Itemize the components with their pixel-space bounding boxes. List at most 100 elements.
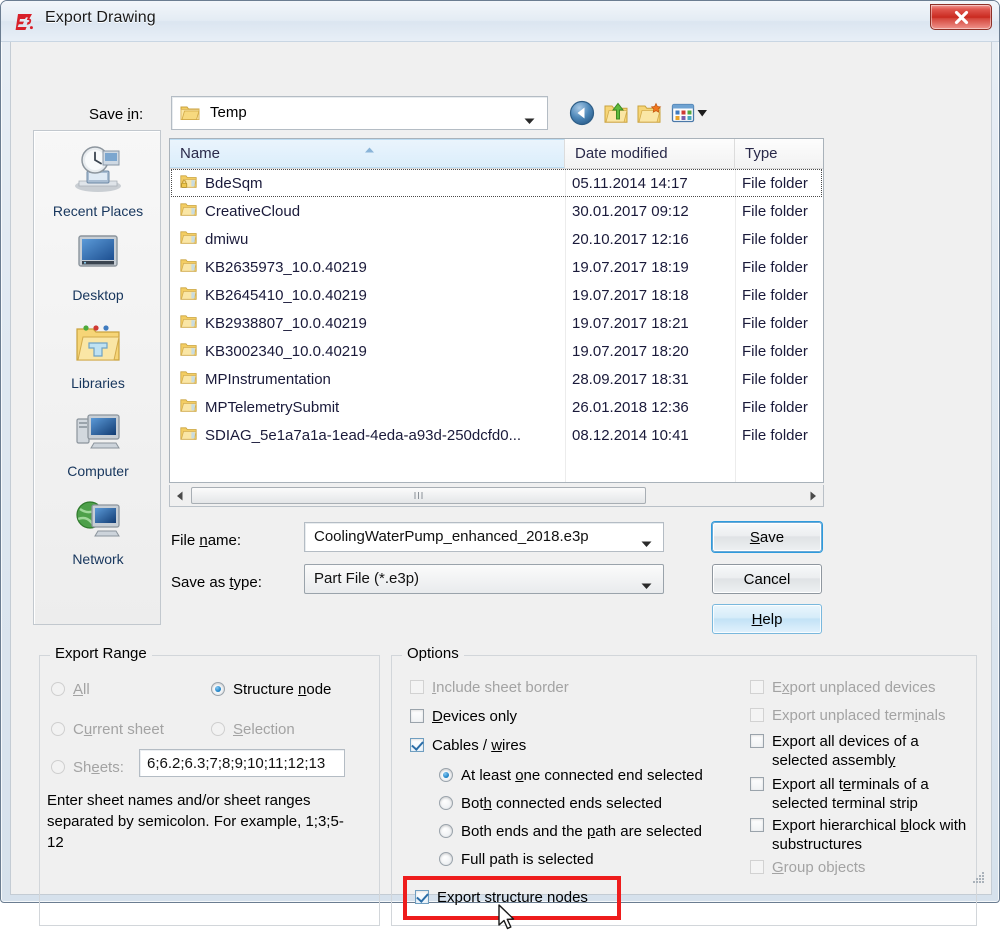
help-button[interactable]: Help	[712, 604, 822, 634]
folder-icon	[180, 202, 205, 221]
checkbox-indicator	[750, 734, 764, 748]
table-row[interactable]: MPTelemetrySubmit 26.01.2018 12:36 File …	[170, 393, 823, 421]
table-row[interactable]: BdeSqm 05.11.2014 14:17 File folder	[170, 169, 823, 197]
scroll-left-arrow-icon[interactable]	[170, 486, 190, 506]
close-button[interactable]	[930, 4, 992, 30]
resize-grip[interactable]	[971, 870, 985, 889]
back-button[interactable]	[567, 98, 597, 128]
radio-structure-node[interactable]: Structure node	[211, 680, 331, 699]
radio-indicator	[51, 760, 65, 774]
table-row[interactable]: KB2645410_10.0.40219 19.07.2017 18:18 Fi…	[170, 281, 823, 309]
views-button[interactable]	[669, 98, 711, 128]
radio-indicator	[51, 682, 65, 696]
file-name-text: dmiwu	[205, 231, 248, 248]
file-list[interactable]: Name Date modified Type	[169, 138, 824, 483]
chevron-down-icon[interactable]	[641, 577, 652, 595]
folder-icon	[180, 370, 205, 389]
checkbox-export-unplaced-terminals: Export unplaced terminals	[750, 706, 945, 725]
new-folder-button[interactable]	[635, 98, 665, 128]
place-computer[interactable]: Computer	[34, 407, 162, 479]
cell-date-modified: 26.01.2018 12:36	[572, 393, 737, 421]
radio-label: At least one connected end selected	[461, 766, 703, 785]
save-as-type-combobox[interactable]: Part File (*.e3p)	[304, 564, 664, 594]
place-libraries[interactable]: Libraries	[34, 319, 162, 391]
scrollbar-thumb[interactable]	[191, 487, 646, 504]
cell-date-modified: 05.11.2014 14:17	[572, 169, 737, 197]
file-name-text: MPInstrumentation	[205, 371, 331, 388]
checkbox-label: Group objects	[772, 858, 865, 877]
options-title: Options	[402, 645, 464, 662]
cell-name: SDIAG_5e1a7a1a-1ead-4eda-a93d-250dcfd0..…	[170, 421, 565, 449]
radio-current-sheet: Current sheet	[51, 720, 164, 739]
cell-date-modified: 19.07.2017 18:19	[572, 253, 737, 281]
radio-label: All	[73, 680, 90, 699]
folder-icon	[180, 104, 200, 126]
cell-name: MPTelemetrySubmit	[170, 393, 565, 421]
radio-indicator	[211, 682, 225, 696]
checkbox-export-all-devices-of-assembly[interactable]: Export all devices of a selected assembl…	[750, 732, 975, 770]
e3-logo-icon	[13, 10, 37, 34]
checkbox-label: Export all devices of a selected assembl…	[772, 732, 975, 770]
radio-label: Both connected ends selected	[461, 794, 662, 813]
cell-name: MPInstrumentation	[170, 365, 565, 393]
folder-icon	[180, 258, 205, 277]
radio-indicator	[439, 796, 453, 810]
checkbox-devices-only[interactable]: Devices only	[410, 707, 517, 726]
radio-label: Sheets:	[73, 758, 124, 777]
sheets-value: 6;6.2;6.3;7;8;9;10;11;12;13	[147, 755, 325, 772]
column-header-type[interactable]: Type	[735, 139, 824, 168]
table-row[interactable]: KB2938807_10.0.40219 19.07.2017 18:21 Fi…	[170, 309, 823, 337]
chevron-down-icon[interactable]	[641, 535, 652, 553]
scroll-right-arrow-icon[interactable]	[803, 486, 823, 506]
checkbox-export-all-terminals-of-strip[interactable]: Export all terminals of a selected termi…	[750, 775, 975, 813]
radio-label: Current sheet	[73, 720, 164, 739]
radio-full-path-selected[interactable]: Full path is selected	[439, 850, 594, 869]
column-headers: Name Date modified Type	[170, 139, 823, 169]
place-label: Recent Places	[53, 203, 143, 219]
save-button[interactable]: Save	[712, 522, 822, 552]
radio-at-least-one-connected-end[interactable]: At least one connected end selected	[439, 766, 703, 785]
table-row[interactable]: KB2635973_10.0.40219 19.07.2017 18:19 Fi…	[170, 253, 823, 281]
place-label: Computer	[67, 463, 128, 479]
file-name-label: File name:	[171, 532, 241, 549]
table-row[interactable]: CreativeCloud 30.01.2017 09:12 File fold…	[170, 197, 823, 225]
checkbox-indicator	[750, 777, 764, 791]
horizontal-scrollbar[interactable]	[169, 485, 824, 507]
radio-both-connected-ends[interactable]: Both connected ends selected	[439, 794, 662, 813]
checkbox-indicator	[750, 680, 764, 694]
place-network[interactable]: Network	[34, 495, 162, 567]
folder-locked-icon	[180, 174, 205, 193]
checkbox-include-sheet-border: Include sheet border	[410, 678, 569, 697]
cell-name: KB2635973_10.0.40219	[170, 253, 565, 281]
up-one-level-button[interactable]	[601, 98, 631, 128]
checkbox-indicator	[415, 890, 429, 904]
cell-type: File folder	[742, 421, 808, 449]
save-in-combobox[interactable]: Temp	[171, 96, 548, 130]
checkbox-export-structure-nodes[interactable]: Export structure nodes	[415, 888, 588, 907]
checkbox-export-hierarchical-block[interactable]: Export hierarchical block with substruct…	[750, 816, 975, 854]
cell-type: File folder	[742, 365, 808, 393]
cell-type: File folder	[742, 337, 808, 365]
radio-indicator	[439, 768, 453, 782]
file-name-text: CreativeCloud	[205, 203, 300, 220]
column-header-name[interactable]: Name	[170, 139, 565, 168]
place-recent-places[interactable]: Recent Places	[34, 143, 162, 219]
file-name-combobox[interactable]: CoolingWaterPump_enhanced_2018.e3p	[304, 522, 664, 552]
checkbox-cables-wires[interactable]: Cables / wires	[410, 736, 526, 755]
place-desktop[interactable]: Desktop	[34, 231, 162, 303]
cell-name: CreativeCloud	[170, 197, 565, 225]
cancel-button[interactable]: Cancel	[712, 564, 822, 594]
table-row[interactable]: KB3002340_10.0.40219 19.07.2017 18:20 Fi…	[170, 337, 823, 365]
table-row[interactable]: SDIAG_5e1a7a1a-1ead-4eda-a93d-250dcfd0..…	[170, 421, 823, 449]
scrollbar-track[interactable]	[647, 486, 803, 506]
table-row[interactable]: MPInstrumentation 28.09.2017 18:31 File …	[170, 365, 823, 393]
checkbox-label: Export all terminals of a selected termi…	[772, 775, 975, 813]
table-row[interactable]: dmiwu 20.10.2017 12:16 File folder	[170, 225, 823, 253]
radio-label: Full path is selected	[461, 850, 594, 869]
column-header-date-modified[interactable]: Date modified	[565, 139, 735, 168]
checkbox-group-objects: Group objects	[750, 858, 865, 877]
sheets-input[interactable]: 6;6.2;6.3;7;8;9;10;11;12;13	[139, 749, 345, 777]
export-drawing-dialog: Export Drawing Save in: Temp	[0, 0, 1000, 903]
radio-both-ends-and-path[interactable]: Both ends and the path are selected	[439, 822, 702, 841]
radio-label: Selection	[233, 720, 295, 739]
